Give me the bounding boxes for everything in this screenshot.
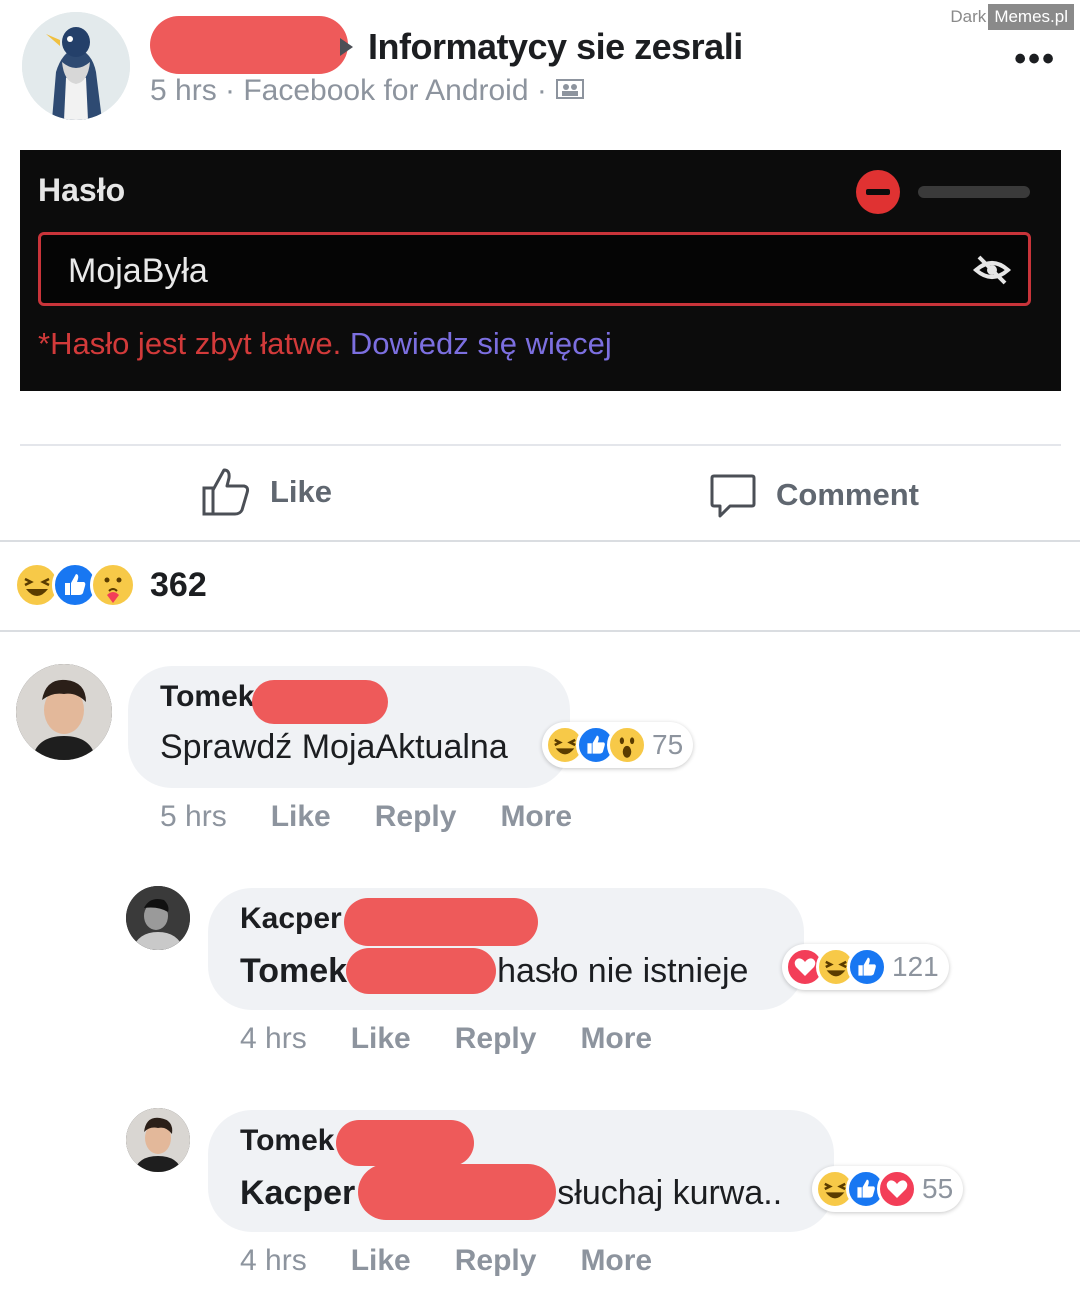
reply-reaction-count: 121	[892, 951, 939, 982]
reaction-count: 362	[150, 565, 207, 604]
separator	[0, 630, 1080, 632]
mention[interactable]: Kacper	[240, 1174, 355, 1212]
reply-actions: 4 hrs Like Reply More	[240, 1022, 652, 1056]
reply-body: hasło nie istnieje	[497, 952, 749, 990]
remove-icon	[856, 170, 900, 214]
reply-reply-button[interactable]: Reply	[455, 1244, 537, 1278]
group-title[interactable]: Informatycy sie zesrali	[368, 26, 743, 68]
love-reaction-icon	[877, 1169, 917, 1209]
reply-reactions[interactable]: 121	[782, 944, 949, 990]
post-meta: 5 hrs · Facebook for Android ·	[150, 74, 585, 109]
redacted-name	[346, 948, 496, 994]
comment-button[interactable]: Comment	[708, 470, 919, 520]
comment-reply-button[interactable]: Reply	[375, 800, 457, 834]
reply-more-button[interactable]: More	[580, 1022, 652, 1056]
reply-like-button[interactable]: Like	[351, 1022, 411, 1056]
person-avatar-icon	[16, 664, 112, 760]
like-label: Like	[270, 474, 333, 509]
reply-avatar[interactable]	[126, 886, 190, 950]
comment-text: Sprawdź MojaAktualna	[160, 728, 508, 766]
redacted-name	[252, 680, 388, 724]
reply-author[interactable]: Kacper	[240, 902, 342, 936]
mention[interactable]: Tomek	[240, 952, 347, 990]
redacted-name	[336, 1120, 474, 1166]
caret-right-icon	[340, 38, 353, 56]
redacted-name	[150, 16, 348, 74]
person-avatar-icon	[126, 1108, 190, 1172]
comment-author[interactable]: Tomek	[160, 680, 254, 714]
comment-time[interactable]: 5 hrs	[160, 800, 227, 834]
reply-author[interactable]: Tomek	[240, 1124, 334, 1158]
like-reaction-icon	[847, 947, 887, 987]
facebook-post: Dark Memes.pl Informatycy sie zesrali 5 …	[0, 0, 1080, 1293]
post-meta-text: 5 hrs · Facebook for Android ·	[150, 74, 547, 107]
comment-reactions[interactable]: 75	[542, 722, 694, 768]
reply-actions: 4 hrs Like Reply More	[240, 1244, 652, 1278]
reply-like-button[interactable]: Like	[351, 1244, 411, 1278]
watermark-dark: Dark	[950, 7, 987, 26]
commenter-avatar[interactable]	[16, 664, 112, 760]
reply-avatar[interactable]	[126, 1108, 190, 1172]
watermark-memes: Memes.pl	[988, 4, 1074, 30]
password-label: Hasło	[38, 172, 126, 208]
password-error: *Hasło jest zbyt łatwe. Dowiedz się więc…	[38, 326, 612, 362]
separator	[0, 540, 1080, 542]
like-button[interactable]: Like	[200, 466, 332, 518]
learn-more-link: Dowiedz się więcej	[349, 326, 612, 361]
comment-more-button[interactable]: More	[500, 800, 572, 834]
comment-like-button[interactable]: Like	[271, 800, 331, 834]
reply-reaction-count: 55	[922, 1173, 954, 1204]
divider	[20, 444, 1061, 446]
comment-label: Comment	[776, 477, 919, 512]
strength-bar	[918, 186, 1030, 198]
reply-reply-button[interactable]: Reply	[455, 1022, 537, 1056]
password-value: MojaByła	[68, 252, 208, 290]
comment-reaction-count: 75	[652, 729, 684, 760]
reaction-summary[interactable]: 362	[14, 562, 207, 608]
reply-more-button[interactable]: More	[580, 1244, 652, 1278]
watermark: Dark Memes.pl	[948, 4, 1074, 30]
eye-off-icon	[972, 250, 1012, 295]
reply-time[interactable]: 4 hrs	[240, 1244, 307, 1278]
reply-time[interactable]: 4 hrs	[240, 1022, 307, 1056]
reply-reactions[interactable]: 55	[812, 1166, 964, 1212]
more-options-icon[interactable]: •••	[1014, 40, 1056, 79]
poster-avatar[interactable]	[22, 12, 130, 120]
person-avatar-icon	[126, 886, 190, 950]
reply-body: słuchaj kurwa..	[557, 1174, 783, 1212]
care-reaction-icon	[90, 562, 136, 608]
comment-icon	[710, 474, 756, 518]
thumbs-up-icon	[202, 468, 250, 516]
wow-reaction-icon	[607, 725, 647, 765]
audience-icon	[555, 75, 585, 109]
password-error-text: *Hasło jest zbyt łatwe.	[38, 326, 342, 361]
redacted-name	[358, 1164, 556, 1220]
penguin-avatar-icon	[22, 12, 130, 120]
comment-actions: 5 hrs Like Reply More	[160, 800, 572, 834]
redacted-name	[344, 898, 538, 946]
